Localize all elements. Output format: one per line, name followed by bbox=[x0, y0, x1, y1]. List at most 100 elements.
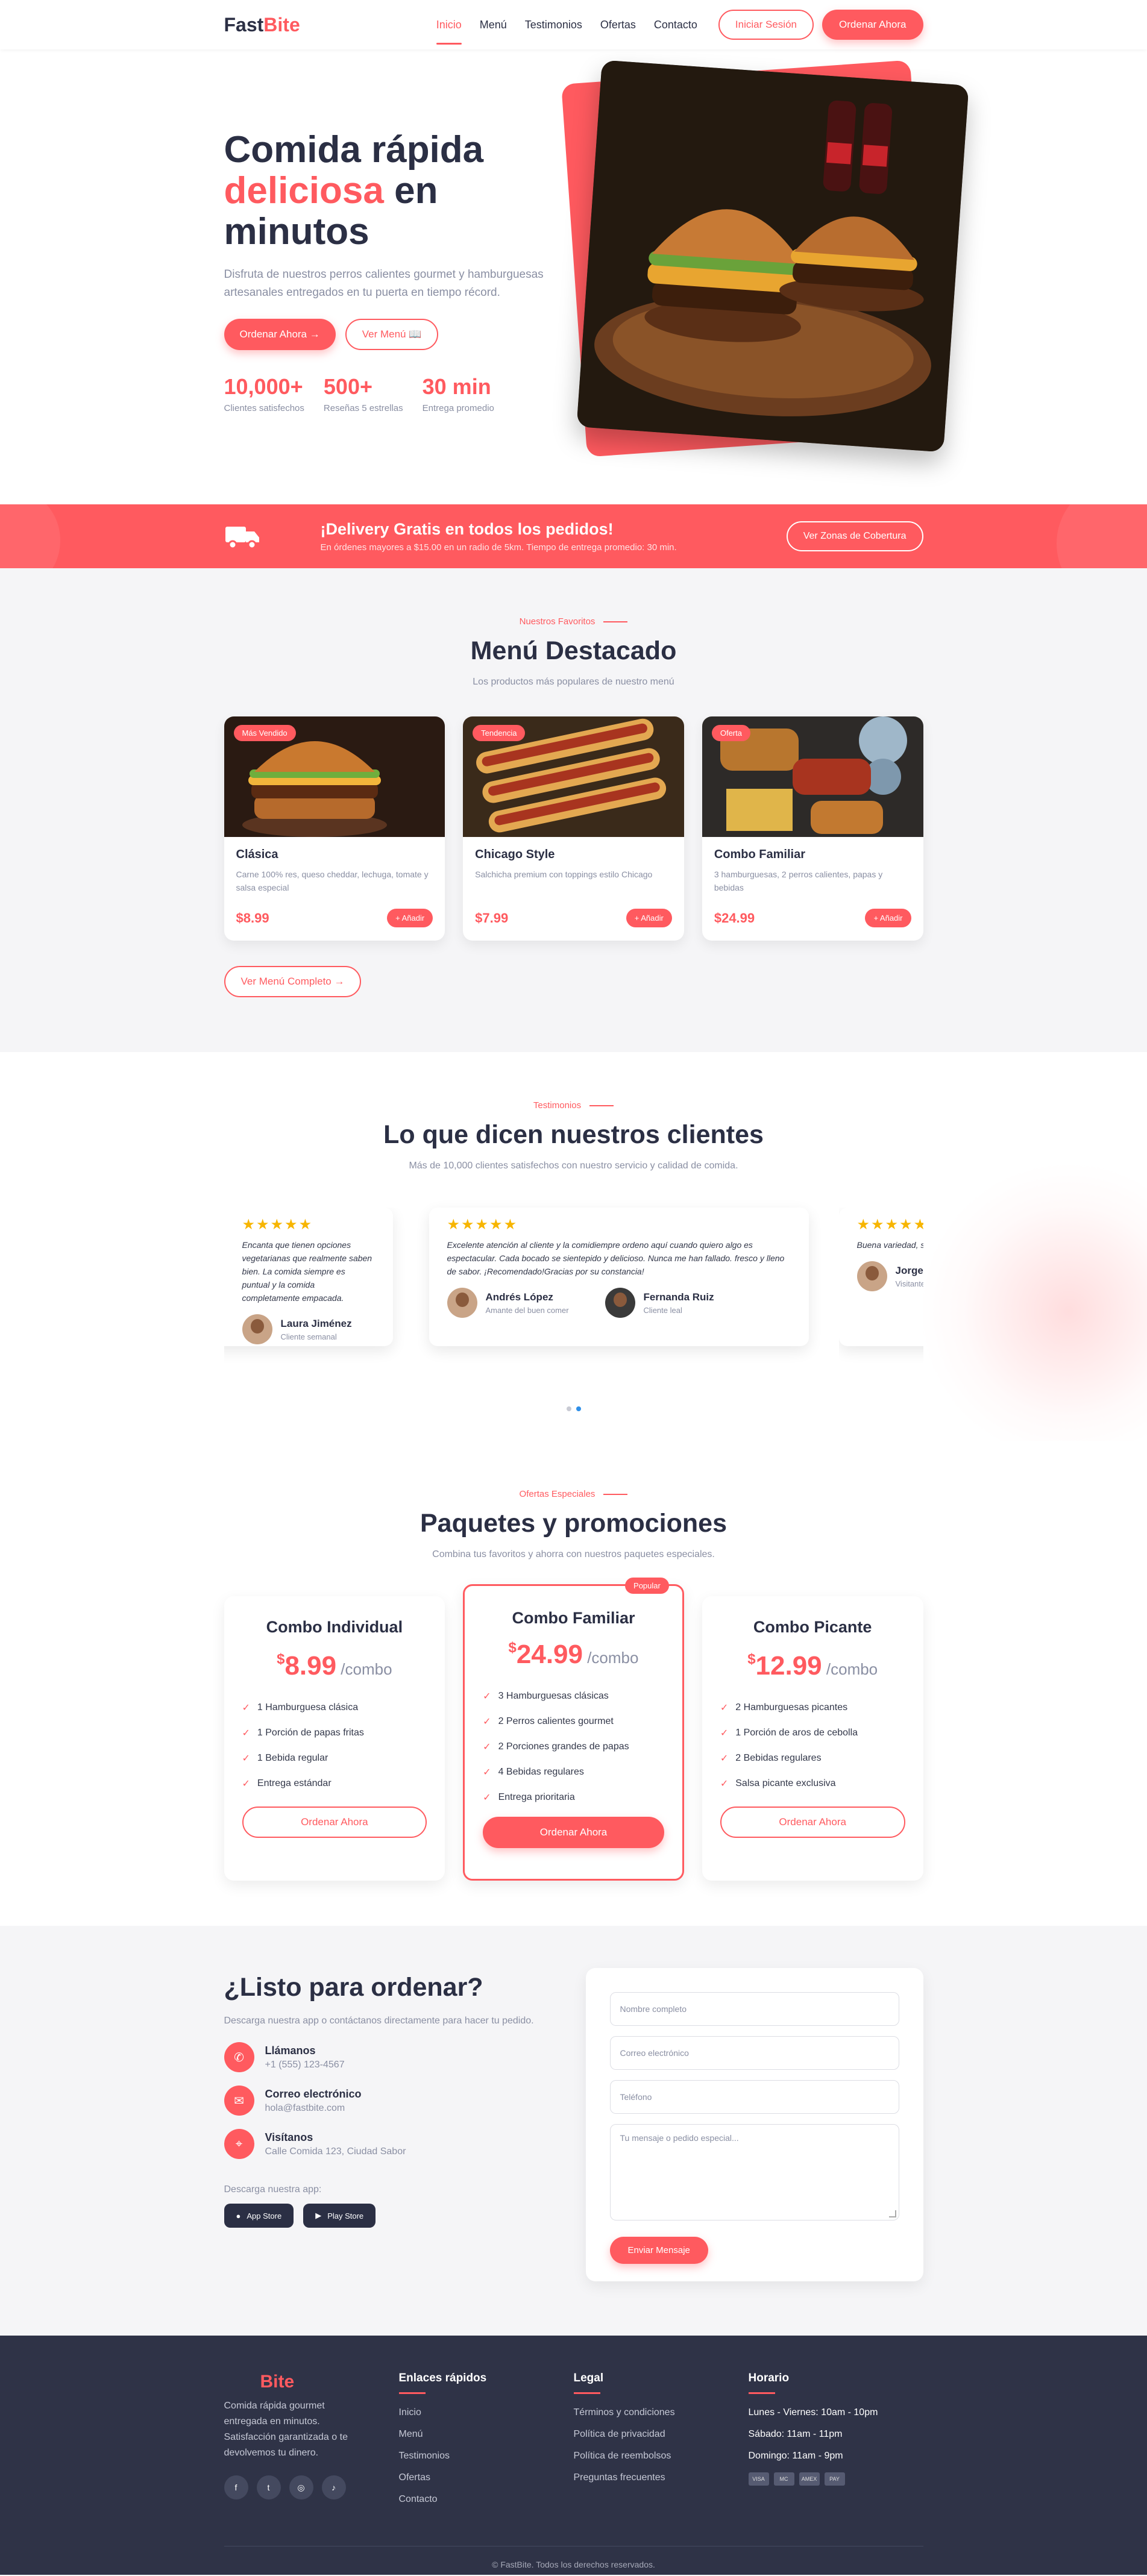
visa-icon: VISA bbox=[748, 2472, 769, 2486]
footer-link-ofertas[interactable]: Ofertas bbox=[399, 2472, 574, 2483]
check-icon: ✓ bbox=[483, 1742, 491, 1752]
stat-delivery: 30 min Entrega promedio bbox=[422, 374, 494, 413]
testimonials-tag: Testimonios bbox=[224, 1100, 923, 1111]
package-price: $24.99 /combo bbox=[508, 1640, 639, 1669]
nav-link-inicio[interactable]: Inicio bbox=[427, 13, 471, 45]
check-icon: ✓ bbox=[720, 1753, 729, 1764]
contact-email[interactable]: ✉ Correo electrónico hola@fastbite.com bbox=[224, 2086, 544, 2116]
full-menu-button[interactable]: Ver Menú Completo → bbox=[224, 966, 362, 997]
check-icon: ✓ bbox=[720, 1728, 729, 1738]
check-icon: ✓ bbox=[720, 1779, 729, 1789]
footer: Bite Comida rápida gourmet entregada en … bbox=[0, 2336, 1147, 2575]
package-features: ✓ 2 Hamburguesas picantes ✓ 1 Porción de a… bbox=[720, 1702, 858, 1789]
footer-link-menu[interactable]: Menú bbox=[399, 2429, 574, 2440]
menu-subtitle: Los productos más populares de nuestro m… bbox=[473, 677, 674, 687]
contact-phone[interactable]: ✆ Llámanos +1 (555) 123-4567 bbox=[224, 2042, 544, 2072]
hero-stats: 10,000+ Clientes satisfechos 500+ Reseña… bbox=[224, 374, 574, 413]
submit-button[interactable]: Enviar Mensaje bbox=[609, 2237, 708, 2264]
avatar bbox=[605, 1288, 635, 1318]
check-icon: ✓ bbox=[483, 1691, 491, 1702]
package-features: ✓ 1 Hamburguesa clásica ✓ 1 Porción de pap… bbox=[242, 1702, 364, 1789]
nav-links: Inicio Menú Testimonios Ofertas Contacto… bbox=[427, 10, 923, 45]
footer-link-privacy[interactable]: Política de privacidad bbox=[574, 2429, 749, 2440]
package-card-individual: Combo Individual $8.99 /combo ✓ 1 Hamburg… bbox=[224, 1596, 445, 1881]
menu-card-combo[interactable]: Oferta Combo Familiar 3 hamburguesas, 2 … bbox=[702, 716, 923, 941]
stat-reviews: 500+ Reseñas 5 estrellas bbox=[323, 374, 403, 413]
add-to-cart-button[interactable]: + Añadir bbox=[387, 909, 433, 927]
testimonial-card: ★★★★★ Buena variedad, son una delicia, t… bbox=[838, 1208, 923, 1346]
contact-location[interactable]: ⌖ Visítanos Calle Comida 123, Ciudad Sab… bbox=[224, 2129, 544, 2159]
message-field[interactable]: Tu mensaje o pedido especial... bbox=[609, 2124, 899, 2220]
package-order-button[interactable]: Ordenar Ahora bbox=[720, 1807, 905, 1838]
hours-heading: Horario bbox=[749, 2372, 923, 2394]
email-field[interactable]: Correo electrónico bbox=[609, 2036, 899, 2070]
nav-link-contacto[interactable]: Contacto bbox=[645, 13, 706, 37]
check-icon: ✓ bbox=[242, 1703, 250, 1713]
check-icon: ✓ bbox=[242, 1753, 250, 1764]
packages-tag: Ofertas Especiales bbox=[224, 1489, 923, 1499]
menu-title: Menú Destacado bbox=[470, 636, 677, 665]
delivery-subtitle: En órdenes mayores a $15.00 en un radio … bbox=[320, 542, 677, 553]
nav-link-testimonios[interactable]: Testimonios bbox=[516, 13, 591, 37]
coverage-zones-button[interactable]: Ver Zonas de Cobertura bbox=[786, 521, 923, 551]
hero-menu-button[interactable]: Ver Menú 📖 bbox=[345, 319, 439, 350]
menu-item-name: Combo Familiar bbox=[714, 848, 805, 861]
footer-link-testimonios[interactable]: Testimonios bbox=[399, 2451, 574, 2462]
apple-icon: ● bbox=[236, 2211, 241, 2220]
name-field[interactable]: Nombre completo bbox=[609, 1992, 899, 2026]
mail-icon: ✉ bbox=[224, 2086, 254, 2116]
add-to-cart-button[interactable]: + Añadir bbox=[626, 909, 672, 927]
package-features: ✓ 3 Hamburguesas clásicas ✓ 2 Perros calie… bbox=[483, 1691, 629, 1803]
nav-link-menu[interactable]: Menú bbox=[471, 13, 516, 37]
applepay-icon: PAY bbox=[824, 2472, 845, 2486]
carousel-dots bbox=[224, 1406, 923, 1411]
menu-item-name: Chicago Style bbox=[475, 848, 555, 861]
phone-field[interactable]: Teléfono bbox=[609, 2080, 899, 2114]
footer-logo[interactable]: Bite bbox=[260, 2372, 399, 2392]
instagram-icon[interactable]: ◎ bbox=[289, 2475, 313, 2499]
package-card-picante: Combo Picante $12.99 /combo ✓ 2 Hamburgue… bbox=[702, 1596, 923, 1881]
footer-link-terms[interactable]: Términos y condiciones bbox=[574, 2407, 749, 2418]
twitter-icon[interactable]: t bbox=[256, 2475, 281, 2499]
package-order-button[interactable]: Ordenar Ahora bbox=[242, 1807, 427, 1838]
footer-link-refunds[interactable]: Política de reembolsos bbox=[574, 2451, 749, 2462]
packages-section: Ofertas Especiales Paquetes y promocione… bbox=[0, 1441, 1147, 1926]
login-button[interactable]: Iniciar Sesión bbox=[718, 10, 814, 40]
nav-link-ofertas[interactable]: Ofertas bbox=[591, 13, 645, 37]
carousel-dot-active[interactable] bbox=[576, 1406, 581, 1411]
tiktok-icon[interactable]: ♪ bbox=[321, 2475, 346, 2499]
add-to-cart-button[interactable]: + Añadir bbox=[865, 909, 911, 927]
contact-description: Descarga nuestra app o contáctanos direc… bbox=[224, 2016, 534, 2026]
footer-link-inicio[interactable]: Inicio bbox=[399, 2407, 574, 2418]
quick-links-heading: Enlaces rápidos bbox=[399, 2372, 574, 2394]
footer-link-faq[interactable]: Preguntas frecuentes bbox=[574, 2472, 749, 2483]
check-icon: ✓ bbox=[483, 1793, 491, 1803]
package-order-button[interactable]: Ordenar Ahora bbox=[483, 1817, 664, 1848]
order-now-button[interactable]: Ordenar Ahora bbox=[822, 10, 923, 40]
package-price: $8.99 /combo bbox=[277, 1651, 392, 1681]
menu-card-chicago[interactable]: Tendencia Chicago Style Salchicha premiu… bbox=[463, 716, 684, 941]
menu-card-clasica[interactable]: Más Vendido Clásica Carne 100% res, ques… bbox=[224, 716, 445, 941]
play-store-button[interactable]: ▶ Play Store bbox=[303, 2204, 376, 2228]
footer-link-contacto[interactable]: Contacto bbox=[399, 2494, 574, 2505]
hero-title-highlight: deliciosa bbox=[224, 170, 384, 212]
hero-section: Comida rápida deliciosa en minutos Disfr… bbox=[0, 49, 1147, 504]
badge-offer: Oferta bbox=[711, 725, 750, 741]
testimonial-carousel[interactable]: ★★★★★ Encanta que tienen opciones vegeta… bbox=[224, 1208, 923, 1358]
contact-form: Nombre completo Correo electrónico Teléf… bbox=[585, 1968, 923, 2281]
combo-family-image: Oferta bbox=[702, 716, 923, 837]
clasica-burger-image: Más Vendido bbox=[224, 716, 445, 837]
menu-item-price: $8.99 bbox=[236, 910, 269, 926]
carousel-dot[interactable] bbox=[566, 1406, 571, 1411]
testimonial-card: ★★★★★ Excelente atención al cliente y la… bbox=[429, 1208, 809, 1346]
logo[interactable]: FastBite bbox=[224, 14, 300, 36]
hero-order-button[interactable]: Ordenar Ahora → bbox=[224, 319, 336, 350]
check-icon: ✓ bbox=[242, 1728, 250, 1738]
chicago-hotdog-image: Tendencia bbox=[463, 716, 684, 837]
avatar bbox=[242, 1314, 272, 1344]
app-store-button[interactable]: ● App Store bbox=[224, 2204, 294, 2228]
legal-heading: Legal bbox=[574, 2372, 749, 2394]
facebook-icon[interactable]: f bbox=[224, 2475, 248, 2499]
navbar: FastBite Inicio Menú Testimonios Ofertas… bbox=[0, 0, 1147, 49]
payment-methods: VISA MC AMEX PAY bbox=[748, 2472, 923, 2486]
